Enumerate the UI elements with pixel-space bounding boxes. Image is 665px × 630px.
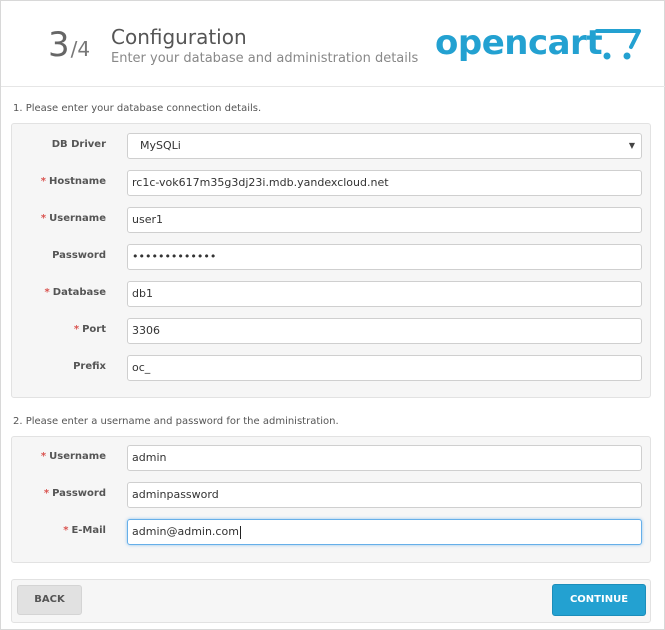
db-database-input[interactable]: db1 (127, 281, 642, 307)
db-username-input[interactable]: user1 (127, 207, 642, 233)
admin-username-input[interactable]: admin (127, 445, 642, 471)
admin-password-input[interactable]: adminpassword (127, 482, 642, 508)
db-section-title: 1. Please enter your database connection… (13, 103, 262, 114)
admin-password-label: Password (52, 488, 106, 499)
required-marker: * (44, 287, 50, 298)
admin-username-label: Username (49, 451, 106, 462)
required-marker: * (40, 213, 47, 224)
admin-email-row: * E-Mail admin@admin.com (12, 519, 652, 545)
db-prefix-row: Prefix oc_ (12, 355, 652, 381)
db-database-label: Database (52, 287, 106, 298)
db-database-row: * Database db1 (12, 281, 652, 307)
db-port-row: * Port 3306 (12, 318, 652, 344)
admin-username-row: * Username admin (12, 445, 652, 471)
logo-text: opencart (435, 23, 603, 63)
admin-email-value: admin@admin.com (132, 525, 239, 538)
admin-email-label: E-Mail (71, 525, 106, 536)
button-bar: BACK CONTINUE (11, 579, 651, 623)
step-total: /4 (70, 37, 91, 61)
db-panel: DB Driver MySQLi ▼ * Hostname rc1c-vok617… (11, 123, 651, 398)
db-username-row: * Username user1 (12, 207, 652, 233)
required-marker: * (63, 525, 69, 536)
db-hostname-input[interactable]: rc1c-vok617m35g3dj23i.mdb.yandexcloud.ne… (127, 170, 642, 196)
installer-window: 3/4 Configuration Enter your database an… (0, 0, 665, 630)
db-password-label: Password (52, 250, 106, 261)
db-prefix-input[interactable]: oc_ (127, 355, 642, 381)
db-prefix-label: Prefix (73, 361, 106, 372)
db-driver-select[interactable]: MySQLi ▼ (127, 133, 642, 159)
required-marker: * (73, 324, 80, 335)
opencart-logo: opencart (435, 23, 645, 67)
required-marker: * (40, 451, 47, 462)
db-driver-label: DB Driver (51, 139, 106, 150)
dropdown-arrow-icon: ▼ (628, 141, 635, 150)
required-marker: * (40, 176, 46, 187)
db-password-input[interactable]: ••••••••••••• (127, 244, 642, 270)
db-hostname-row: * Hostname rc1c-vok617m35g3dj23i.mdb.yand… (12, 170, 652, 196)
page-subtitle: Enter your database and administration d… (111, 51, 419, 66)
db-driver-row: DB Driver MySQLi ▼ (12, 133, 652, 159)
db-password-row: Password ••••••••••••• (12, 244, 652, 270)
db-hostname-label: Hostname (48, 176, 106, 187)
page-header: 3/4 Configuration Enter your database an… (1, 1, 665, 87)
text-cursor (239, 525, 241, 539)
admin-email-input[interactable]: admin@admin.com (127, 519, 642, 545)
step-number: 3 (48, 25, 71, 65)
required-marker: * (43, 488, 50, 499)
db-port-input[interactable]: 3306 (127, 318, 642, 344)
db-port-label: Port (82, 324, 106, 335)
page-title: Configuration (111, 25, 247, 49)
db-username-label: Username (49, 213, 106, 224)
back-button[interactable]: BACK (17, 585, 82, 615)
admin-panel: * Username admin * Password adminpassword … (11, 436, 651, 563)
admin-section-title: 2. Please enter a username and password … (13, 416, 339, 427)
cart-icon (595, 29, 641, 60)
admin-password-row: * Password adminpassword (12, 482, 652, 508)
db-driver-value: MySQLi (140, 139, 181, 152)
continue-button[interactable]: CONTINUE (552, 584, 646, 616)
step-indicator: 3/4 (48, 25, 90, 65)
